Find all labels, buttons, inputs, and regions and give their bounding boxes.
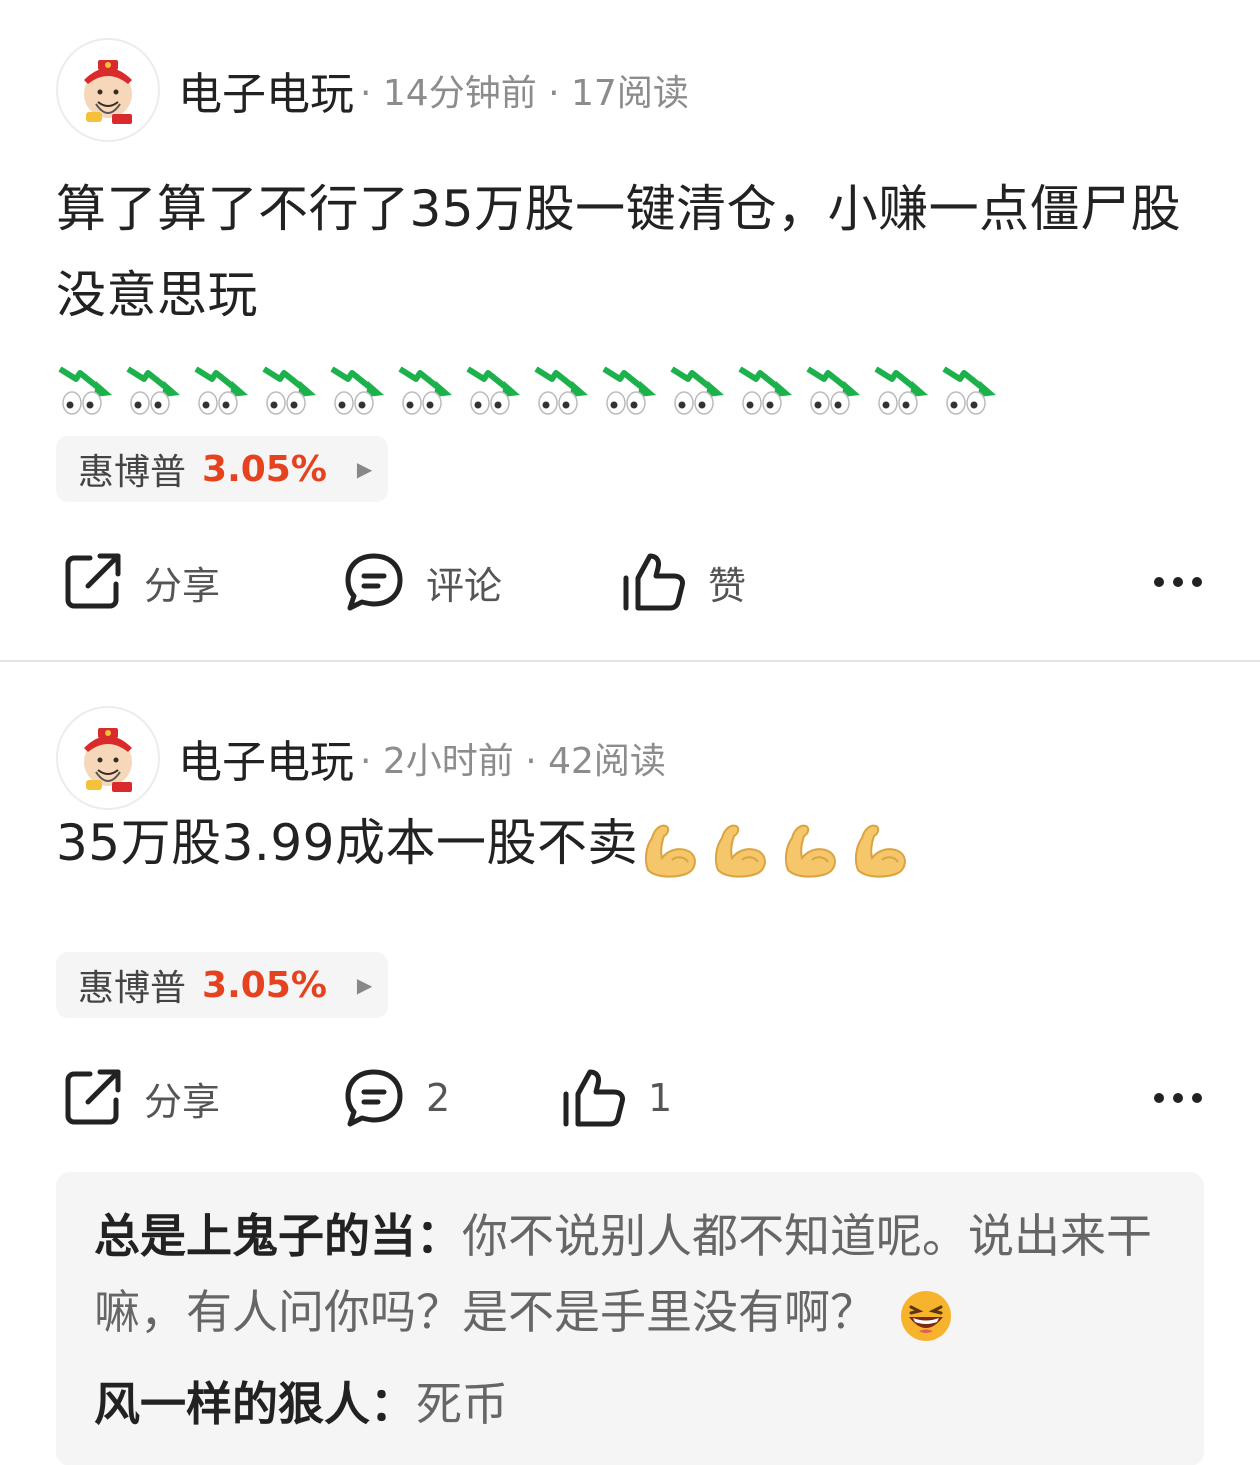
stock-name: 惠博普 <box>78 452 187 493</box>
emoji-row <box>56 342 1008 428</box>
falling-chart-eyes-emoji <box>534 366 588 415</box>
share-icon <box>65 1069 121 1125</box>
comment-user[interactable]: 总是上鬼子的当： <box>94 1209 462 1263</box>
comment-button[interactable]: 评论 <box>342 550 502 614</box>
falling-chart-eyes-emoji <box>670 366 724 415</box>
post-header: 电子电玩 · 14分钟前 · 17阅读 <box>56 38 689 142</box>
comment-label: 评论 <box>426 563 503 608</box>
caishen-avatar-icon <box>84 60 132 124</box>
falling-chart-eyes-emoji <box>466 366 520 415</box>
comment-count: 2 <box>426 1076 451 1120</box>
share-label: 分享 <box>144 1079 221 1124</box>
falling-chart-eyes-emoji <box>126 366 180 415</box>
post-content[interactable]: 算了算了不行了35万股一键清仓，小赚一点僵尸股没意思玩 <box>56 166 1204 428</box>
post-header: 电子电玩 · 2小时前 · 42阅读 <box>56 706 666 810</box>
falling-chart-eyes-emoji <box>874 366 928 415</box>
flexed-biceps-emoji <box>854 824 906 878</box>
stock-chip[interactable]: 惠博普 3.05% ▶ <box>56 436 388 502</box>
post-card-2: 电子电玩 · 2小时前 · 42阅读 35万股3.99成本一股不卖 惠博普 3.… <box>0 662 1260 1465</box>
post-meta: · 2小时前 · 42阅读 <box>360 741 666 782</box>
flexed-biceps-emoji <box>644 824 696 878</box>
falling-chart-eyes-emoji <box>738 366 792 415</box>
share-label: 分享 <box>144 563 221 608</box>
emoji-row <box>638 804 918 890</box>
post-meta: · 14分钟前 · 17阅读 <box>360 73 689 114</box>
comment-item[interactable]: 风一样的狠人：死币 <box>94 1366 1166 1442</box>
share-icon <box>65 553 121 609</box>
caishen-avatar-icon <box>84 728 132 792</box>
author-avatar[interactable] <box>56 38 160 142</box>
falling-chart-eyes-emoji <box>806 366 860 415</box>
action-bar: 分享 2 1 <box>56 1058 1204 1138</box>
share-button[interactable]: 分享 <box>60 550 220 614</box>
like-count: 1 <box>648 1076 673 1120</box>
post-text: 35万股3.99成本一股不卖 <box>56 814 638 872</box>
more-dots-icon <box>1154 577 1202 587</box>
falling-chart-eyes-emoji <box>330 366 384 415</box>
like-label: 赞 <box>708 563 747 608</box>
comment-item[interactable]: 总是上鬼子的当：你不说别人都不知道呢。说出来干嘛，有人问你吗？是不是手里没有啊？ <box>94 1198 1166 1350</box>
comments-preview[interactable]: 总是上鬼子的当：你不说别人都不知道呢。说出来干嘛，有人问你吗？是不是手里没有啊？… <box>56 1172 1204 1465</box>
falling-chart-eyes-emoji <box>262 366 316 415</box>
laughing-face-emoji <box>900 1290 951 1341</box>
play-arrow-icon: ▶ <box>356 973 373 997</box>
falling-chart-eyes-emoji <box>942 366 996 415</box>
share-button[interactable]: 分享 <box>60 1066 220 1130</box>
post-content[interactable]: 35万股3.99成本一股不卖 <box>56 800 1204 890</box>
falling-chart-eyes-emoji <box>194 366 248 415</box>
author-name[interactable]: 电子电玩 <box>178 726 354 790</box>
flexed-biceps-emoji <box>714 824 766 878</box>
falling-chart-eyes-emoji <box>398 366 452 415</box>
comment-user[interactable]: 风一样的狠人： <box>94 1377 416 1431</box>
thumbs-up-icon <box>563 1069 625 1127</box>
post-text: 算了算了不行了35万股一键清仓，小赚一点僵尸股没意思玩 <box>56 180 1182 324</box>
stock-chip[interactable]: 惠博普 3.05% ▶ <box>56 952 388 1018</box>
flexed-biceps-emoji <box>784 824 836 878</box>
play-arrow-icon: ▶ <box>356 457 373 481</box>
like-button[interactable]: 赞 <box>620 550 746 614</box>
author-avatar[interactable] <box>56 706 160 810</box>
stock-change: 3.05% <box>202 964 327 1006</box>
thumbs-up-icon <box>623 553 685 611</box>
stock-name: 惠博普 <box>78 968 187 1009</box>
like-button[interactable]: 1 <box>560 1066 672 1130</box>
comment-text: 死币 <box>416 1377 508 1431</box>
more-button[interactable] <box>1152 1091 1204 1105</box>
more-dots-icon <box>1154 1093 1202 1103</box>
more-button[interactable] <box>1152 575 1204 589</box>
comment-button[interactable]: 2 <box>342 1066 450 1130</box>
post-card-1: 电子电玩 · 14分钟前 · 17阅读 算了算了不行了35万股一键清仓，小赚一点… <box>0 0 1260 660</box>
stock-change: 3.05% <box>202 448 327 490</box>
author-name[interactable]: 电子电玩 <box>178 58 354 122</box>
falling-chart-eyes-emoji <box>602 366 656 415</box>
action-bar: 分享 评论 赞 <box>56 542 1204 622</box>
comment-icon <box>345 553 403 611</box>
comment-icon <box>345 1069 403 1127</box>
falling-chart-eyes-emoji <box>58 366 112 415</box>
